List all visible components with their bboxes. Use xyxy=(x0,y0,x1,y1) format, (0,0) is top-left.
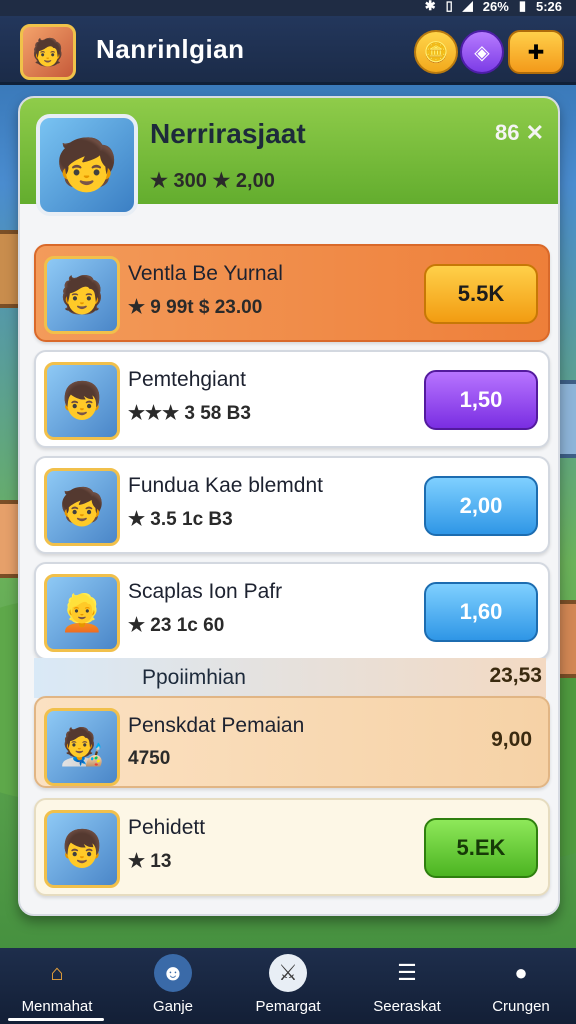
active-tab-indicator xyxy=(8,1018,104,1021)
item-meta: ★ 3.5 1c B3 xyxy=(128,509,233,530)
list-item[interactable]: 🧑‍🎨 Penskdat Pemaian 4750 9,00 xyxy=(34,696,550,788)
home-icon: ⌂ xyxy=(50,960,64,985)
character-avatar: 👦 xyxy=(44,810,120,888)
item-meta: 4750 xyxy=(128,748,171,769)
profile-icon: ● xyxy=(514,960,528,985)
list-item[interactable]: 🧑 Ventla Be Yurnal ★ 9 99t $ 23.00 5.5K xyxy=(34,244,550,342)
item-meta: ★ 23 1c 60 xyxy=(128,615,225,636)
nav-label: Pemargat xyxy=(255,998,321,1015)
item-meta: ★ 9 99t $ 23.00 xyxy=(128,297,263,318)
bottom-navigation: ⌂ Menmahat ☻ Ganje ⚔ Pemargat ☰ Seeraska… xyxy=(0,948,576,1024)
clock: 5:26 xyxy=(535,0,562,14)
gem-icon[interactable]: ◈ xyxy=(460,30,504,74)
item-title: Penskdat Pemaian xyxy=(128,714,305,737)
player-avatar: 🧒 xyxy=(36,114,138,216)
nav-home[interactable]: ⌂ Menmahat xyxy=(2,954,112,1015)
battery-level: 26% xyxy=(482,0,509,14)
app-title: Nanrinlgian xyxy=(96,34,245,64)
nav-play[interactable]: ⚔ Pemargat xyxy=(233,954,343,1015)
panel-header: 🧒 Nerrirasjaat ★ 300 ★ 2,00 86 ✕ xyxy=(20,98,558,216)
nav-settings[interactable]: ● Crungen xyxy=(466,954,576,1015)
store-panel: 🧒 Nerrirasjaat ★ 300 ★ 2,00 86 ✕ 🧑 Ventl… xyxy=(18,96,560,916)
nav-label: Seeraskat xyxy=(373,998,441,1015)
nav-shop[interactable]: ☰ Seeraskat xyxy=(352,954,462,1015)
section-title: Ppoiimhian xyxy=(142,666,246,689)
puzzle-icon[interactable]: ✚ xyxy=(508,30,564,74)
item-title: Fundua Kae blemdnt xyxy=(128,474,323,497)
list-item[interactable]: 👱 Scaplas Ion Pafr ★ 23 1c 60 1,60 xyxy=(34,562,550,660)
character-avatar: 🧒 xyxy=(44,468,120,546)
item-title: Pemtehgiant xyxy=(128,368,246,391)
character-avatar: 👱 xyxy=(44,574,120,652)
character-avatar: 🧑‍🎨 xyxy=(44,708,120,786)
gamepad-icon: ☻ xyxy=(154,954,192,992)
list-item[interactable]: 🧒 Fundua Kae blemdnt ★ 3.5 1c B3 2,00 xyxy=(34,456,550,554)
buy-button[interactable]: 1,60 xyxy=(424,582,538,642)
character-avatar: 👦 xyxy=(44,362,120,440)
buy-button[interactable]: 1,50 xyxy=(424,370,538,430)
item-title: Scaplas Ion Pafr xyxy=(128,580,283,603)
nav-label: Menmahat xyxy=(21,998,93,1015)
profile-avatar[interactable]: 🧑 xyxy=(20,24,76,80)
level-text: 86 xyxy=(494,120,520,145)
item-title: Ventla Be Yurnal xyxy=(128,262,283,285)
list-item[interactable]: 👦 Pehidett ★ 13 5.EK xyxy=(34,798,550,896)
section-header: Ppoiimhian 23,53 xyxy=(34,658,546,698)
coin-icon[interactable]: 🪙 xyxy=(414,30,458,74)
item-meta: ★ 13 xyxy=(128,851,172,872)
nav-label: Ganje xyxy=(152,998,194,1015)
sword-icon: ⚔ xyxy=(269,954,307,992)
item-price[interactable]: 9,00 xyxy=(491,728,532,752)
close-button[interactable]: 86 ✕ xyxy=(495,120,544,146)
bluetooth-icon: ✱ xyxy=(424,0,436,13)
item-title: Pehidett xyxy=(128,816,206,839)
buy-button[interactable]: 5.EK xyxy=(424,818,538,878)
top-bar: 🧑 Nanrinlgian 🪙 ◈ ✚ xyxy=(0,16,576,85)
panel-subtitle: ★ 300 ★ 2,00 xyxy=(150,170,275,192)
status-bar: ✱ ▯ ◢ 26% ▮ 5:26 xyxy=(0,0,576,16)
list-item[interactable]: 👦 Pemtehgiant ★★★ 3 58 B3 1,50 xyxy=(34,350,550,448)
vibrate-icon: ▯ xyxy=(445,0,453,13)
item-meta: ★★★ 3 58 B3 xyxy=(128,403,251,424)
character-avatar: 🧑 xyxy=(44,256,120,334)
list-icon: ☰ xyxy=(397,960,417,985)
nav-game[interactable]: ☻ Ganje xyxy=(118,954,228,1015)
close-icon[interactable]: ✕ xyxy=(526,120,544,145)
panel-title: Nerrirasjaat xyxy=(150,118,306,149)
signal-icon: ◢ xyxy=(462,0,473,13)
buy-button[interactable]: 5.5K xyxy=(424,264,538,324)
buy-button[interactable]: 2,00 xyxy=(424,476,538,536)
section-value: 23,53 xyxy=(489,664,542,687)
battery-icon: ▮ xyxy=(518,0,526,13)
nav-label: Crungen xyxy=(492,998,550,1015)
